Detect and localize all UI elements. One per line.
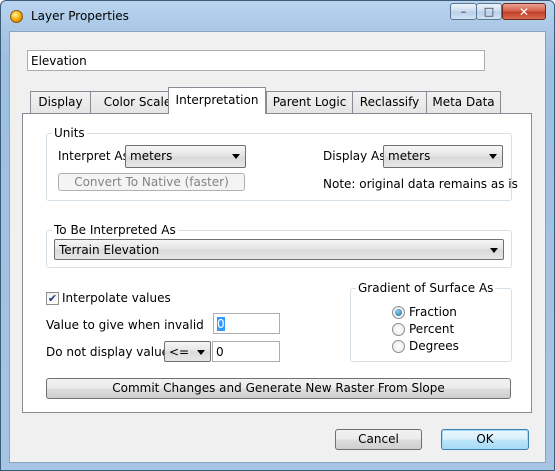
chevron-down-icon [489, 154, 497, 159]
chevron-down-icon [232, 154, 240, 159]
convert-to-native-button[interactable]: Convert To Native (faster) [58, 173, 245, 191]
radio-fraction-label: Fraction [409, 305, 457, 319]
minimize-icon: – [460, 5, 467, 18]
tab-meta-data[interactable]: Meta Data [426, 91, 501, 113]
invalid-value-input[interactable]: 0 [213, 313, 280, 334]
units-group-label: Units [52, 126, 87, 140]
interpreted-as-select[interactable]: Terrain Elevation [54, 239, 504, 260]
interpret-as-label: Interpret As [58, 149, 129, 163]
interpolate-checkbox[interactable]: ✔ [46, 292, 59, 305]
invalid-value-label: Value to give when invalid [46, 318, 204, 332]
window-title: Layer Properties [31, 9, 129, 23]
invalid-value-text: 0 [217, 317, 225, 331]
minimize-button[interactable]: – [450, 3, 477, 20]
ok-button[interactable]: OK [441, 429, 529, 450]
close-icon: ✕ [518, 4, 530, 19]
close-button[interactable]: ✕ [502, 3, 546, 20]
radio-degrees-label: Degrees [409, 339, 459, 353]
tab-display[interactable]: Display [30, 91, 91, 113]
radio-degrees[interactable] [392, 340, 405, 353]
do-not-display-label: Do not display values [46, 345, 176, 359]
do-not-display-operator: <= [169, 345, 190, 359]
maximize-button[interactable]: □ [476, 3, 502, 20]
do-not-display-operator-select[interactable]: <= [164, 341, 211, 362]
title-bar[interactable]: Layer Properties – □ ✕ [1, 1, 554, 31]
layer-properties-window: Layer Properties – □ ✕ Elevation Display… [0, 0, 555, 471]
original-data-note: Note: original data remains as is [323, 177, 518, 191]
app-icon [10, 10, 23, 23]
interpret-as-select[interactable]: meters [125, 145, 246, 168]
interpreted-as-group-label: To Be Interpreted As [52, 223, 178, 237]
interpolate-label: Interpolate values [62, 291, 171, 305]
tab-parent-logic[interactable]: Parent Logic [266, 91, 353, 113]
display-as-select[interactable]: meters [383, 145, 503, 168]
radio-percent-label: Percent [409, 322, 455, 336]
display-as-label: Display As [323, 149, 386, 163]
maximize-icon: □ [483, 5, 495, 18]
radio-fraction[interactable] [392, 306, 405, 319]
tab-interpretation[interactable]: Interpretation [168, 87, 266, 114]
do-not-display-value-input[interactable]: 0 [212, 341, 280, 362]
display-as-value: meters [388, 149, 431, 163]
layer-name-input[interactable]: Elevation [27, 50, 485, 71]
cancel-button[interactable]: Cancel [335, 429, 422, 450]
checkmark-icon: ✔ [47, 292, 58, 305]
chevron-down-icon [490, 248, 498, 253]
chevron-down-icon [197, 350, 205, 355]
interpret-as-value: meters [130, 149, 173, 163]
radio-percent[interactable] [392, 323, 405, 336]
commit-changes-button[interactable]: Commit Changes and Generate New Raster F… [46, 378, 511, 399]
tab-reclassify[interactable]: Reclassify [352, 91, 427, 113]
gradient-group-label: Gradient of Surface As [356, 281, 496, 295]
interpreted-as-value: Terrain Elevation [59, 243, 160, 257]
